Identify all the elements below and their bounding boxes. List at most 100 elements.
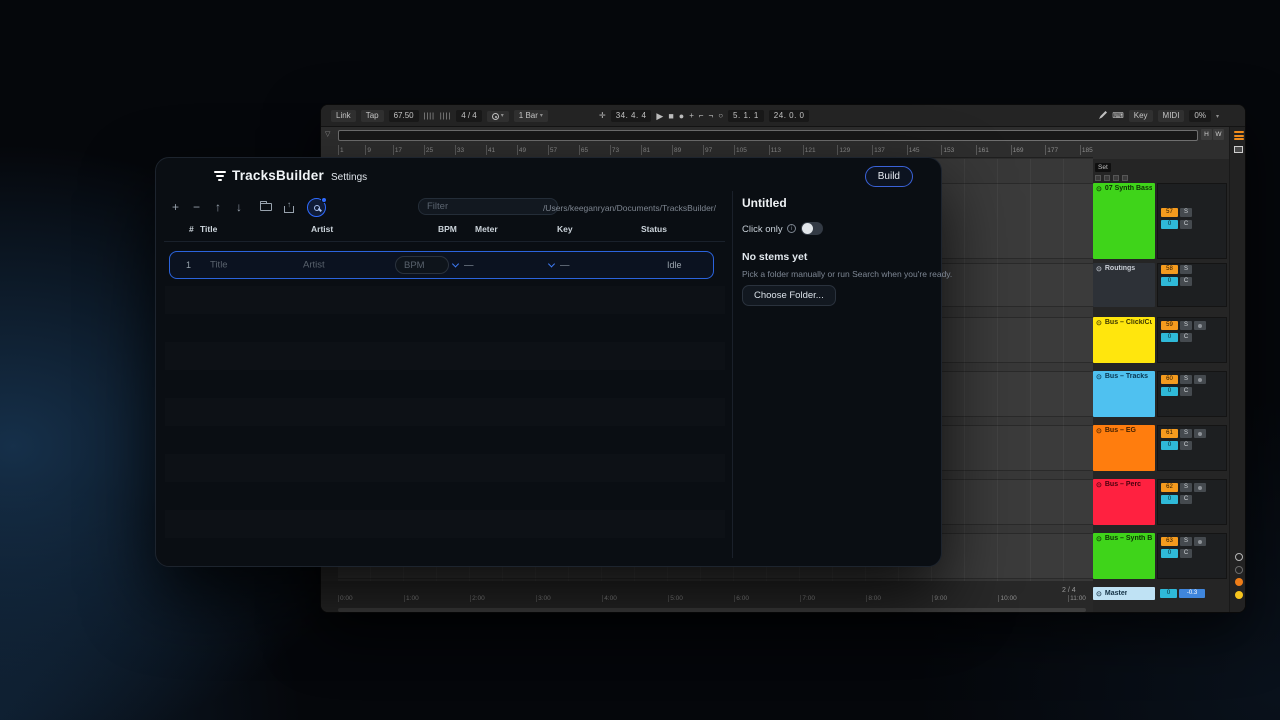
open-folder-button[interactable] <box>260 199 272 215</box>
add-row-button[interactable]: + <box>172 199 179 215</box>
arm-button[interactable] <box>1194 375 1206 384</box>
arm-button[interactable] <box>1194 483 1206 492</box>
meter-select[interactable]: — <box>453 260 474 271</box>
track-meter-cell: 59S0C <box>1157 317 1227 363</box>
time-ruler[interactable]: 0:001:002:003:004:005:006:007:008:009:00… <box>338 595 1086 602</box>
gain-value[interactable]: 0 <box>1161 220 1178 229</box>
solo-button[interactable]: S <box>1180 265 1192 274</box>
loop-icon[interactable]: ○ <box>718 112 723 120</box>
link-button[interactable]: Link <box>331 110 356 122</box>
punch-out-icon[interactable]: ¬ <box>709 112 714 120</box>
cue-button[interactable]: C <box>1180 549 1192 558</box>
solo-button[interactable]: S <box>1180 429 1192 438</box>
desktop-background: Link Tap Tap 67.50 |||| |||| 4 / 4 ▾ 1 B… <box>0 0 1280 720</box>
artist-input[interactable] <box>303 260 388 271</box>
record-button[interactable]: ● <box>679 112 684 121</box>
horizontal-scrollbar[interactable] <box>338 608 1086 612</box>
arm-button[interactable] <box>1194 537 1206 546</box>
punch-in-icon[interactable]: ⌐ <box>699 112 704 120</box>
gain-value[interactable]: 0 <box>1161 549 1178 558</box>
arm-button[interactable] <box>1194 429 1206 438</box>
stop-button[interactable]: ■ <box>668 112 673 121</box>
track-header[interactable]: ⊙Bus – Click/Cu <box>1093 317 1155 363</box>
track-header[interactable]: ⊙07 Synth Bass <box>1093 183 1155 259</box>
solo-button[interactable]: S <box>1180 321 1192 330</box>
chevron-down-icon <box>452 260 459 267</box>
rail-circle-orange-icon[interactable] <box>1235 578 1243 586</box>
gain-value[interactable]: 0 <box>1161 495 1178 504</box>
rail-circle-yellow-icon[interactable] <box>1235 591 1243 599</box>
search-button[interactable] <box>307 198 326 217</box>
show-hide-w-button[interactable]: W <box>1213 129 1224 140</box>
cue-button[interactable]: C <box>1180 441 1192 450</box>
bar-number: 137 <box>872 145 885 155</box>
bar-number: 153 <box>941 145 954 155</box>
title-input[interactable] <box>210 260 295 271</box>
draw-mode-icon[interactable] <box>1099 111 1107 121</box>
key-map-button[interactable]: Key <box>1129 110 1153 122</box>
rail-circle-icon-2[interactable] <box>1235 566 1243 574</box>
computer-midi-keyboard-icon[interactable]: ⌨ <box>1112 112 1124 120</box>
arm-button[interactable] <box>1194 321 1206 330</box>
track-header[interactable]: ⊙Bus – Tracks <box>1093 371 1155 417</box>
choose-folder-button[interactable]: Choose Folder... <box>742 285 836 306</box>
info-icon[interactable]: i <box>787 224 796 233</box>
midi-map-button[interactable]: MIDI <box>1158 110 1185 122</box>
key-select[interactable]: — <box>549 260 570 271</box>
nudge-down-icon[interactable]: |||| <box>424 113 435 120</box>
cpu-menu-icon[interactable]: ▾ <box>1216 113 1219 120</box>
play-button[interactable]: ▶ <box>656 112 663 121</box>
toggle-knob <box>802 223 813 234</box>
move-down-button[interactable]: ↓ <box>236 199 242 215</box>
arrangement-overview[interactable] <box>338 130 1198 141</box>
time-signature-field[interactable]: 4 / 4 <box>456 110 482 122</box>
arrangement-position-field[interactable]: 34. 4. 4 <box>611 110 652 122</box>
gain-value[interactable]: 0 <box>1161 277 1178 286</box>
filter-input[interactable] <box>418 198 558 215</box>
cue-button[interactable]: C <box>1180 277 1192 286</box>
show-hide-h-button[interactable]: H <box>1201 129 1212 140</box>
build-button[interactable]: Build <box>865 166 913 187</box>
remove-row-button[interactable]: − <box>193 199 200 215</box>
loop-length-field[interactable]: 24. 0. 0 <box>769 110 810 122</box>
export-button[interactable]: ↑ <box>284 199 294 217</box>
meter-value: 59 <box>1161 321 1178 330</box>
share-icon: ↑ <box>284 206 294 213</box>
tap-tempo-button[interactable]: Tap <box>361 110 384 122</box>
quantize-menu[interactable]: 1 Bar▾ <box>514 110 548 122</box>
gain-value[interactable]: 0 <box>1161 333 1178 342</box>
rail-window-icon[interactable] <box>1234 146 1243 153</box>
track-header[interactable]: ⊙Bus – Perc <box>1093 479 1155 525</box>
master-track-header[interactable]: ⊙Master <box>1093 587 1155 600</box>
bpm-input[interactable] <box>395 256 449 274</box>
track-row[interactable]: 1 — — Idle <box>169 251 714 279</box>
follow-icon[interactable]: ✛ <box>599 112 606 120</box>
rail-circle-icon-1[interactable] <box>1235 553 1243 561</box>
track-header[interactable]: ⊙Routings <box>1093 263 1155 307</box>
loop-start-field[interactable]: 5. 1. 1 <box>728 110 764 122</box>
gain-value[interactable]: 0 <box>1161 441 1178 450</box>
solo-button[interactable]: S <box>1180 375 1192 384</box>
panel-divider <box>732 191 733 558</box>
cue-button[interactable]: C <box>1180 220 1192 229</box>
menu-hamburger-icon[interactable] <box>1234 131 1244 142</box>
nudge-up-icon[interactable]: |||| <box>440 113 451 120</box>
gain-value[interactable]: 0 <box>1161 387 1178 396</box>
solo-button[interactable]: S <box>1180 208 1192 217</box>
track-header[interactable]: ⊙Bus – EG <box>1093 425 1155 471</box>
tempo-field[interactable]: 67.50 <box>389 110 419 122</box>
overdub-plus-icon[interactable]: + <box>689 112 694 120</box>
cue-button[interactable]: C <box>1180 387 1192 396</box>
menu-settings[interactable]: Settings <box>331 172 367 183</box>
solo-button[interactable]: S <box>1180 483 1192 492</box>
click-only-toggle[interactable] <box>801 222 823 235</box>
cue-button[interactable]: C <box>1180 333 1192 342</box>
track-panel-tools[interactable] <box>1095 175 1128 181</box>
solo-button[interactable]: S <box>1180 537 1192 546</box>
chevron-down-icon: ▾ <box>540 113 543 119</box>
track-header[interactable]: ⊙Bus – Synth Ba <box>1093 533 1155 579</box>
time-label: 6:00 <box>734 595 749 602</box>
metronome-menu[interactable]: ▾ <box>487 111 509 122</box>
move-up-button[interactable]: ↑ <box>215 199 221 215</box>
cue-button[interactable]: C <box>1180 495 1192 504</box>
